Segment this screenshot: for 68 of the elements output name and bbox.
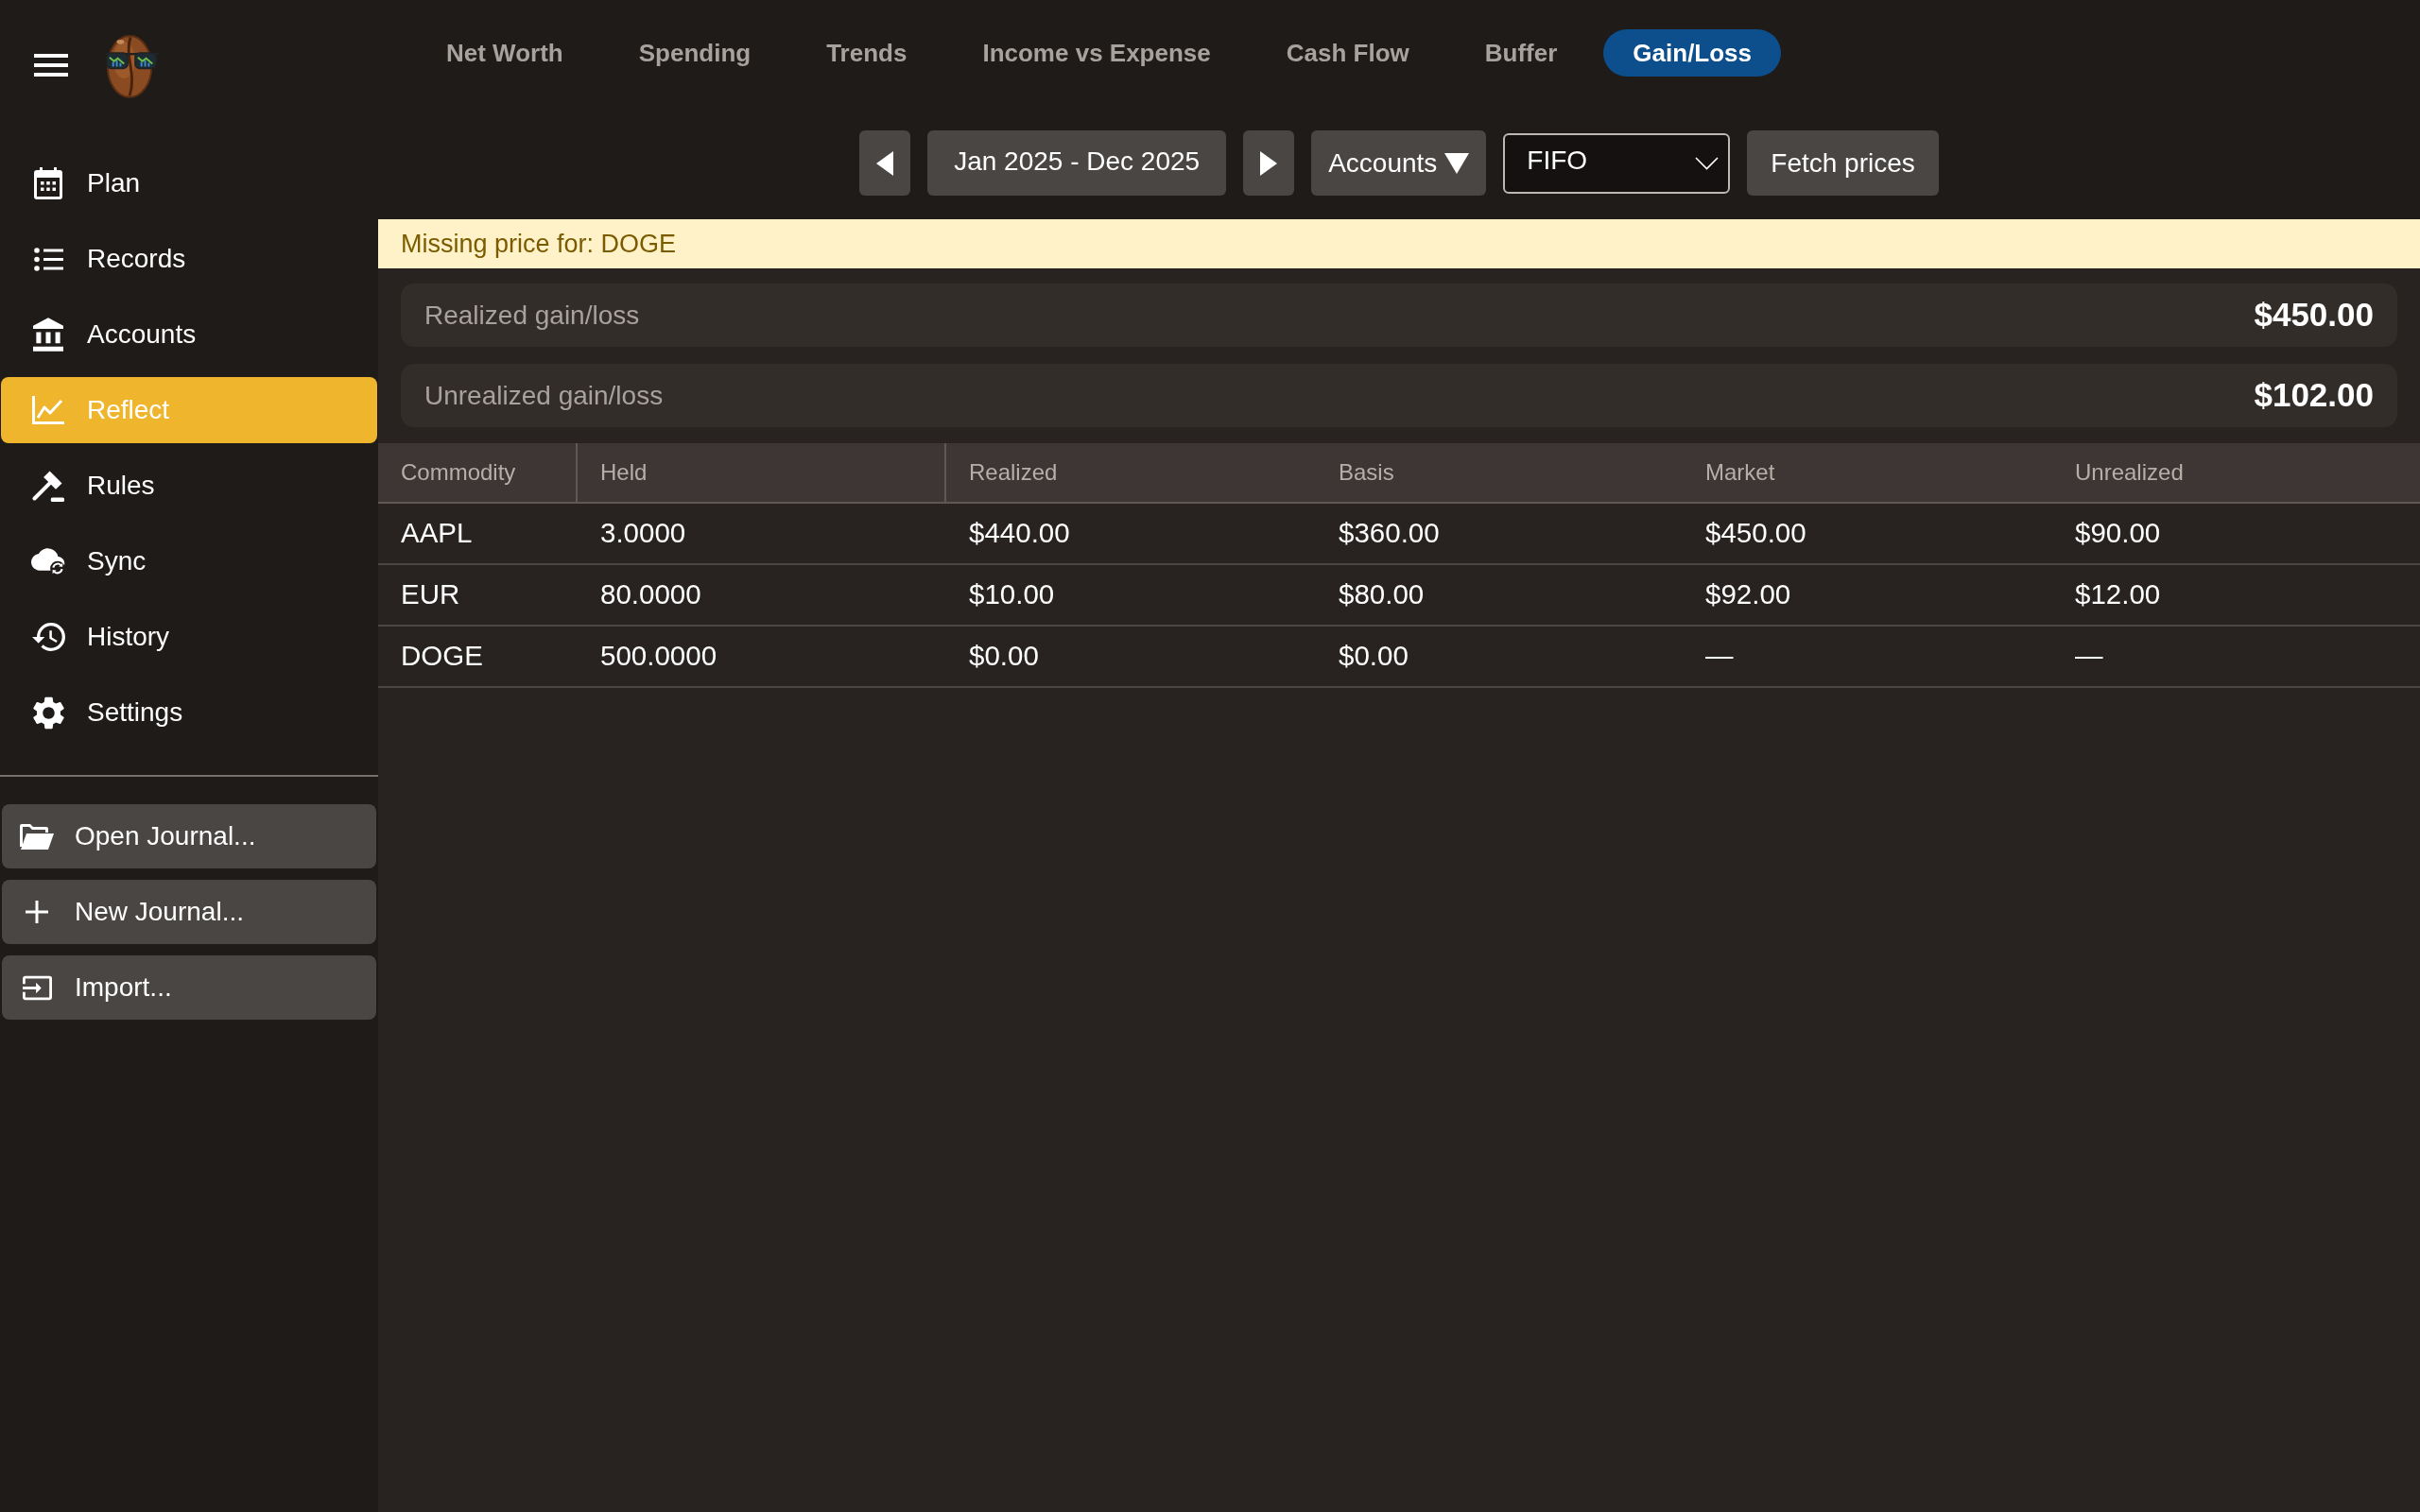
table-cell-text: 3.0000 [599,516,687,551]
column-header: Market [1704,458,1776,487]
table-cell-text: $0.00 [968,639,1040,674]
fetch-prices-button[interactable]: Fetch prices [1747,130,1939,196]
date-range-button[interactable]: Jan 2025 - Dec 2025 [927,130,1227,196]
column-header: Commodity [378,443,578,502]
calendar-icon [34,167,62,199]
list-icon [33,247,63,271]
sidebar-item[interactable]: Records [1,226,377,292]
table-cell-text: $10.00 [968,577,1056,612]
sidebar-item[interactable]: Rules [1,453,377,519]
tab[interactable]: Net Worth [417,29,593,77]
chevron-down-icon [1695,156,1720,170]
sidebar-action-button[interactable]: Import... [2,955,376,1020]
table-cell-text: $80.00 [1338,577,1426,612]
table-cell-text: — [1704,639,1735,674]
sidebar-action-button[interactable]: Open Journal... [2,804,376,868]
warning-banner: Missing price for: DOGE [378,219,2420,268]
column-header: Realized [968,458,1059,487]
tab[interactable]: Gain/Loss [1603,29,1782,77]
menu-icon[interactable] [34,54,68,77]
history-icon [31,622,65,652]
table-cell-text: $440.00 [968,516,1071,551]
table-cell-text: $90.00 [2074,516,2162,551]
tab[interactable]: Income vs Expense [953,29,1240,77]
sidebar-item[interactable]: Accounts [1,301,377,368]
bank-icon [33,318,63,352]
tab[interactable]: Cash Flow [1256,29,1439,77]
table-cell-text: $360.00 [1338,516,1441,551]
caret-down-icon [1444,152,1470,174]
sidebar-item[interactable]: Sync [1,528,377,594]
tab[interactable]: Trends [797,29,937,77]
tab[interactable]: Buffer [1455,29,1587,77]
table-cell-text: EUR [400,577,461,612]
gavel-icon [32,470,64,502]
settings-icon [32,696,64,730]
summary-label: Realized gain/loss [424,299,640,332]
table-cell-text: $450.00 [1704,516,1807,551]
column-header: Held [578,443,946,502]
summary-label: Unrealized gain/loss [424,379,664,412]
table-cell-text: 500.0000 [599,639,718,674]
sidebar-item[interactable]: Settings [1,679,377,746]
next-button[interactable] [1243,130,1295,196]
tab[interactable]: Spending [609,29,781,77]
table-cell-text: — [2074,639,2104,674]
table-cell-text: DOGE [400,639,484,674]
sidebar-item[interactable]: Plan [1,150,377,216]
cloud-sync-icon [31,546,65,576]
table-cell-text: $12.00 [2074,577,2162,612]
line-chart-icon [32,396,64,424]
column-header: Unrealized [2074,458,2185,487]
summary-value: $102.00 [2254,375,2374,416]
sidebar-action-button[interactable]: New Journal... [2,880,376,944]
table-cell-text: $0.00 [1338,639,1409,674]
accounts-dropdown-button[interactable]: Accounts [1311,130,1487,196]
cost-method-select[interactable]: FIFO [1503,132,1731,194]
previous-button[interactable] [859,130,911,196]
table-cell-text: AAPL [400,516,474,551]
summary-value: $450.00 [2254,295,2374,335]
table-cell-text: $92.00 [1704,577,1792,612]
plus-icon [26,901,48,923]
folder-icon [20,823,54,850]
sidebar-item[interactable]: History [1,604,377,670]
table-cell-text: 80.0000 [599,577,702,612]
import-icon [22,974,52,1001]
left-triangle-icon [876,150,894,176]
column-header: Basis [1338,458,1395,487]
right-triangle-icon [1260,150,1278,176]
